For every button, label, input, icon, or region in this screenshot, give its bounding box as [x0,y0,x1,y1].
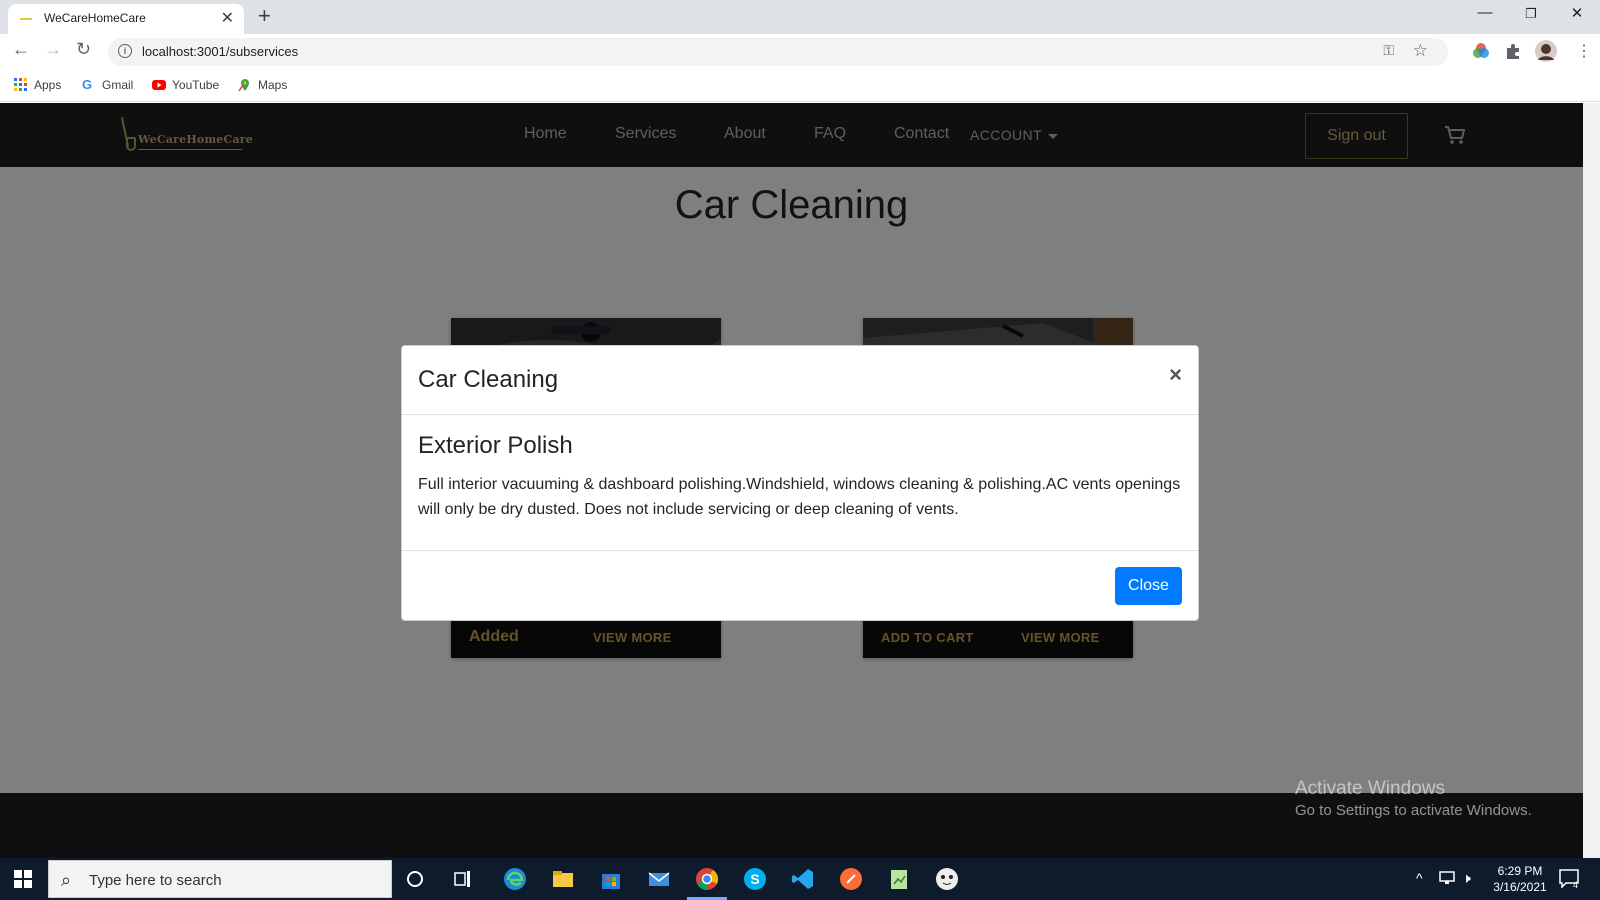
bookmark-youtube[interactable]: YouTube [152,78,219,92]
mail-icon[interactable] [646,866,672,892]
bookmark-label: YouTube [172,78,220,92]
key-icon[interactable]: ⚿ [1383,42,1394,59]
page-scrollbar[interactable] [1583,103,1600,858]
watermark-subtitle: Go to Settings to activate Windows. [1295,802,1532,819]
tray-chevron-icon[interactable]: ^ [1416,870,1423,886]
watermark-title: Activate Windows [1295,778,1445,799]
site-info-icon[interactable]: i [118,44,132,58]
bookmark-label: Maps [258,78,288,92]
modal-body: Exterior Polish Full interior vacuuming … [418,432,1184,522]
store-icon[interactable] [598,866,624,892]
browser-toolbar: ← → ↻ i localhost:3001/subservices ⚿ ☆ ⋮ [0,34,1600,70]
tab-close-icon[interactable]: ✕ [221,8,234,28]
youtube-icon [152,80,166,90]
system-clock[interactable]: 6:29 PM 3/16/2021 [1470,863,1570,895]
postman-icon[interactable] [838,866,864,892]
modal-header: Car Cleaning × [402,346,1198,415]
windows-taskbar: ⌕ Type here to search S ^ 🕨 6:29 PM 3/16… [0,858,1600,900]
cortana-icon[interactable] [402,866,428,892]
vscode-icon[interactable] [790,866,816,892]
bookmark-star-icon[interactable]: ☆ [1413,41,1428,61]
page-viewport: WeCareHomeCare Home Services About FAQ C… [0,103,1583,858]
maps-icon [238,79,249,92]
back-icon[interactable]: ← [12,39,30,60]
taskbar-search[interactable]: ⌕ Type here to search [48,860,392,898]
svg-text:S: S [750,871,759,887]
extensions-puzzle-icon[interactable] [1504,42,1522,60]
search-placeholder: Type here to search [89,872,222,889]
activate-windows-watermark: Activate Windows Go to Settings to activ… [1295,778,1532,819]
window-close-icon[interactable]: ✕ [1554,4,1600,22]
forward-icon[interactable]: → [44,39,62,60]
file-explorer-icon[interactable] [550,866,576,892]
restore-icon[interactable]: ❐ [1508,6,1554,22]
bookmark-gmail[interactable]: G Gmail [82,77,134,93]
minimize-icon[interactable]: — [1462,4,1508,21]
clock-time: 6:29 PM [1497,864,1543,878]
url-text: localhost:3001/subservices [142,44,299,59]
modal-footer: Close [402,550,1198,622]
new-tab-icon[interactable]: + [258,3,271,29]
modal-title: Car Cleaning [418,366,559,393]
task-view-icon[interactable] [450,866,476,892]
mascot-app-icon[interactable] [934,866,960,892]
chrome-icon[interactable] [694,866,720,892]
browser-tab-bar: WeCareHomeCare ✕ + — ❐ ✕ [0,0,1600,34]
tab-title: WeCareHomeCare [44,11,146,25]
close-button[interactable]: Close [1115,567,1182,605]
skype-icon[interactable]: S [742,866,768,892]
edge-icon[interactable] [502,866,528,892]
color-extension-icon[interactable] [1472,42,1490,60]
modal-close-icon[interactable]: × [1169,362,1182,388]
notepad-icon[interactable] [886,866,912,892]
profile-avatar[interactable] [1535,40,1557,62]
network-icon[interactable] [1438,870,1456,886]
bookmark-label: Apps [34,78,62,92]
browser-tab[interactable]: WeCareHomeCare ✕ [8,4,244,34]
windows-start-icon[interactable] [14,870,32,888]
apps-grid-icon [14,78,27,91]
clock-date: 3/16/2021 [1493,880,1547,894]
address-bar[interactable]: i localhost:3001/subservices ⚿ ☆ [108,38,1448,66]
service-modal: Car Cleaning × Exterior Polish Full inte… [401,345,1199,621]
reload-icon[interactable]: ↻ [76,39,91,60]
service-description: Full interior vacuuming & dashboard poli… [418,476,1181,518]
notification-count: 4 [1573,880,1579,890]
google-icon: G [82,77,93,92]
bookmark-label: Gmail [102,78,134,92]
search-icon: ⌕ [61,870,72,890]
service-name: Exterior Polish [418,432,573,459]
tab-favicon-icon [20,18,32,20]
bookmark-maps[interactable]: Maps [238,78,287,92]
bookmark-apps[interactable]: Apps [14,78,61,92]
bookmarks-bar: Apps G Gmail YouTube Maps [0,70,1600,102]
chrome-menu-icon[interactable]: ⋮ [1576,41,1592,61]
